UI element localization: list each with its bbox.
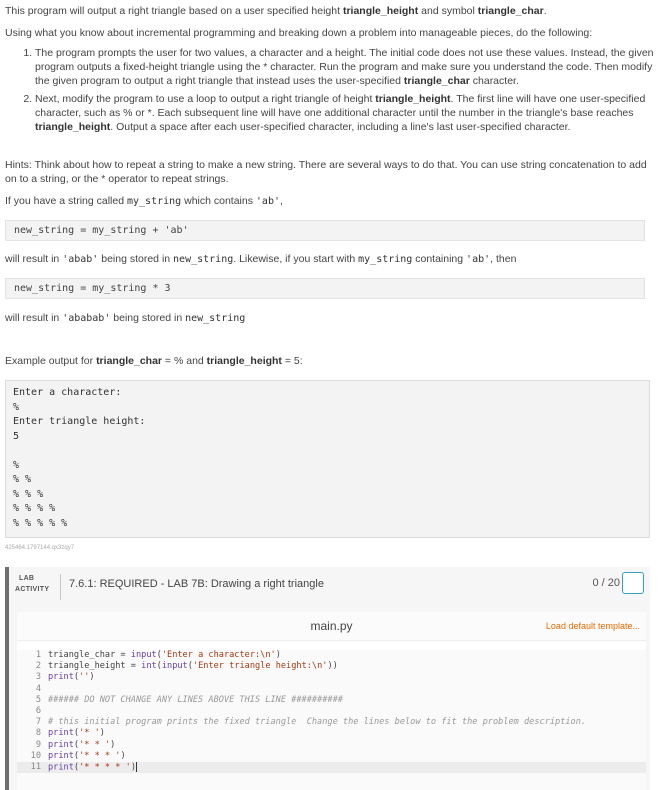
hints-text: Hints: Think about how to repeat a strin… bbox=[5, 159, 647, 185]
code-line[interactable]: 6 bbox=[17, 706, 646, 717]
code-token: input bbox=[161, 661, 188, 672]
intro-line-2: Using what you know about incremental pr… bbox=[5, 27, 593, 39]
editor-header: main.py Load default template... bbox=[17, 612, 646, 641]
intro-text: and symbol bbox=[418, 5, 478, 17]
code-token: print bbox=[48, 728, 74, 739]
example-output: Enter a character: % Enter triangle heig… bbox=[5, 380, 650, 538]
code-token: ) bbox=[120, 750, 126, 761]
code-token: ###### DO NOT CHANGE ANY LINES ABOVE THI… bbox=[48, 694, 343, 705]
code-token: input bbox=[130, 650, 157, 660]
code-token: '' bbox=[79, 672, 90, 683]
code-line[interactable]: 4 bbox=[17, 684, 646, 695]
code-token: 'Enter a character:\n' bbox=[161, 650, 276, 660]
score-indicator-icon bbox=[622, 572, 644, 594]
code-token: ) bbox=[110, 739, 116, 750]
line-number: 4 bbox=[35, 683, 41, 694]
line-number: 11 bbox=[30, 762, 41, 773]
code-line[interactable]: 2 triangle_height = int(input('Enter tria… bbox=[17, 661, 646, 672]
code-example-repeat: new_string = my_string * 3 bbox=[5, 278, 645, 299]
hint-result-2: will result in 'ababab' being stored in … bbox=[5, 312, 246, 324]
code-token: print bbox=[48, 750, 74, 761]
lab-divider bbox=[60, 574, 61, 600]
code-line[interactable]: 8 print('* ') bbox=[17, 728, 646, 739]
intro-text: This program will output a right triangl… bbox=[5, 5, 343, 17]
lab-badge: LAB ACTIVITY bbox=[15, 575, 50, 593]
code-token: print bbox=[48, 762, 74, 773]
code-token: '* ' bbox=[79, 728, 100, 739]
line-number: 1 bbox=[35, 650, 41, 660]
step-1: The program prompts the user for two val… bbox=[35, 46, 657, 88]
hint-have-string: If you have a string called my_string wh… bbox=[5, 195, 283, 207]
line-number: 2 bbox=[35, 661, 41, 672]
code-area[interactable]: 1 triangle_char = input('Enter a characte… bbox=[17, 650, 646, 790]
code-line[interactable]: 1 triangle_char = input('Enter a characte… bbox=[17, 650, 646, 661]
line-number: 10 bbox=[30, 750, 41, 761]
hint-result-1: will result in 'abab' being stored in ne… bbox=[5, 253, 517, 265]
code-token: # this initial program prints the fixed … bbox=[48, 717, 587, 728]
intro-line-1: This program will output a right triangl… bbox=[5, 4, 657, 18]
code-token: '* * * * ' bbox=[79, 762, 131, 773]
code-token: '* * * ' bbox=[79, 750, 121, 761]
code-token: ) bbox=[89, 672, 95, 683]
code-token: 'Enter triangle height:\n' bbox=[192, 661, 328, 672]
line-number: 6 bbox=[35, 705, 41, 716]
intro-var: triangle_char bbox=[477, 5, 544, 17]
line-number: 7 bbox=[35, 717, 41, 728]
code-line[interactable]: 3 print('') bbox=[17, 672, 646, 683]
step-2: Next, modify the program to use a loop t… bbox=[35, 92, 657, 134]
code-token: int bbox=[141, 661, 157, 672]
code-token: ) bbox=[275, 650, 281, 660]
lab-title: 7.6.1: REQUIRED - LAB 7B: Drawing a righ… bbox=[69, 578, 324, 590]
line-number: 8 bbox=[35, 728, 41, 739]
text-cursor bbox=[136, 761, 137, 772]
intro-var: triangle_height bbox=[342, 5, 419, 17]
score-text: 0 / 20 bbox=[592, 577, 620, 589]
code-token: triangle_char = bbox=[48, 650, 131, 660]
code-token: )) bbox=[327, 661, 338, 672]
code-line[interactable]: 11 print('* * * * ') bbox=[17, 761, 646, 774]
code-line[interactable]: 10 print('* * * ') bbox=[17, 751, 646, 762]
activity-id: 425464.1797144.qx3zqy7 bbox=[5, 545, 75, 551]
code-example-concat: new_string = my_string + 'ab' bbox=[5, 220, 645, 241]
load-default-template-link[interactable]: Load default template... bbox=[546, 621, 640, 631]
code-token: ) bbox=[99, 728, 105, 739]
code-line[interactable]: 9 print('* * ') bbox=[17, 740, 646, 751]
intro-text: . bbox=[543, 5, 547, 17]
code-line[interactable]: 7 # this initial program prints the fixed… bbox=[17, 717, 646, 728]
code-token: triangle_height = bbox=[48, 661, 142, 672]
lab-activity-card: LAB ACTIVITY 7.6.1: REQUIRED - LAB 7B: D… bbox=[5, 567, 650, 790]
code-token: '* * ' bbox=[79, 739, 111, 750]
example-label: Example output for triangle_char = % and… bbox=[5, 355, 303, 367]
code-line[interactable]: 5 ###### DO NOT CHANGE ANY LINES ABOVE TH… bbox=[17, 695, 646, 706]
code-token: print bbox=[48, 672, 74, 683]
code-editor[interactable]: main.py Load default template... 1 triang… bbox=[17, 612, 646, 790]
line-number: 5 bbox=[35, 694, 41, 705]
code-token: print bbox=[48, 739, 74, 750]
line-number: 9 bbox=[35, 739, 41, 750]
line-number: 3 bbox=[35, 672, 41, 683]
steps-list: The program prompts the user for two val… bbox=[5, 46, 657, 138]
